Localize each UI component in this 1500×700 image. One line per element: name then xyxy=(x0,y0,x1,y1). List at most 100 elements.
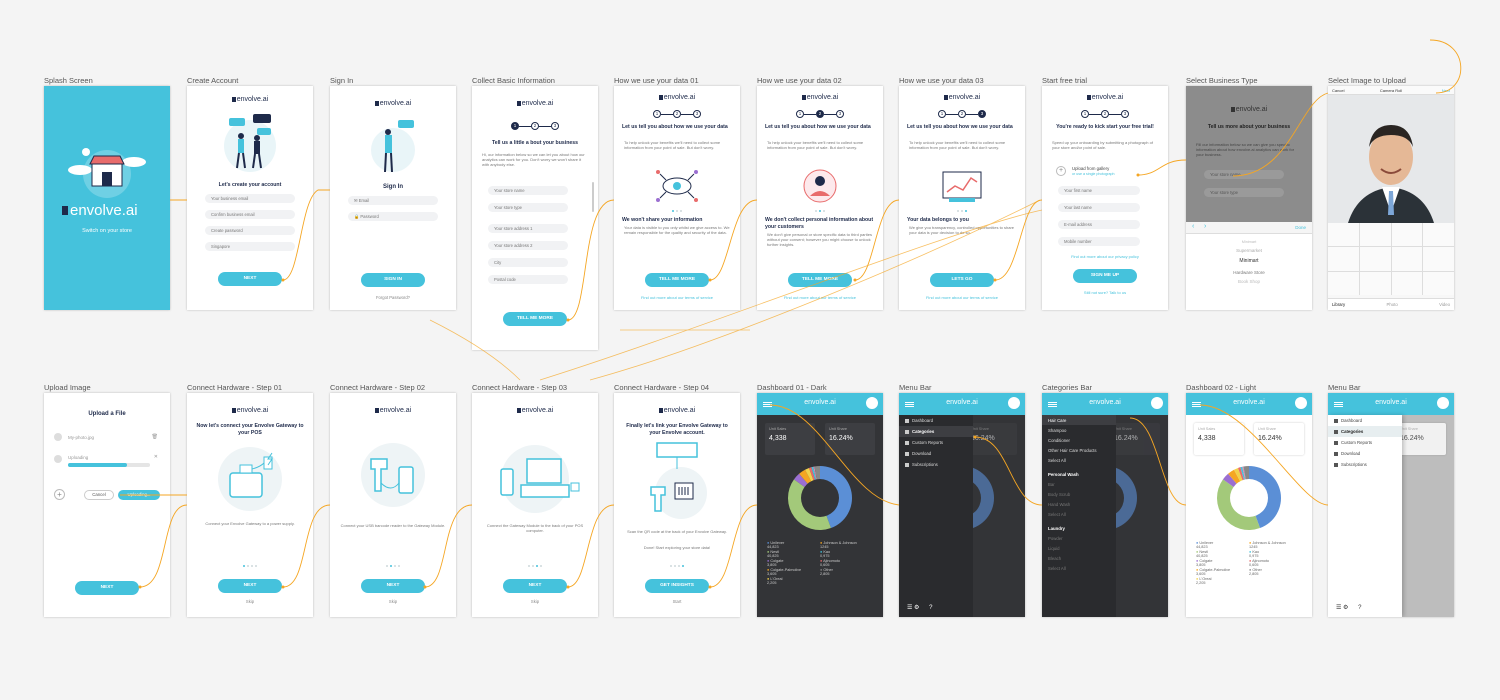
menu-item-dashboard[interactable]: Dashboard xyxy=(899,415,973,426)
menu-item-reports[interactable]: Custom Reports xyxy=(1328,437,1402,448)
category-item[interactable]: Shampoo xyxy=(1042,425,1116,435)
confirm-email-field[interactable]: Confirm business email xyxy=(205,210,295,219)
menu-item-categories[interactable]: Categories xyxy=(1328,426,1402,437)
country-select[interactable]: Singapore xyxy=(205,242,295,251)
next-button[interactable]: NEXT xyxy=(503,579,567,593)
picker-option[interactable]: Minimart xyxy=(1186,240,1312,244)
tell-me-more-button[interactable]: TELL ME MORE xyxy=(503,312,567,326)
next-button[interactable]: NEXT xyxy=(218,272,282,286)
category-item[interactable]: Other Hair Care Products xyxy=(1042,445,1116,455)
category-item[interactable]: Powder xyxy=(1042,533,1116,543)
menu-item-subscriptions[interactable]: Subscriptions xyxy=(1328,459,1402,470)
camera-roll-title[interactable]: Camera Roll xyxy=(1328,88,1454,93)
skip-link[interactable]: Skip xyxy=(472,599,598,604)
menu-item-download[interactable]: Download xyxy=(1328,448,1402,459)
skip-link[interactable]: Skip xyxy=(187,599,313,604)
next-button[interactable]: NEXT xyxy=(361,579,425,593)
menu-item-reports[interactable]: Custom Reports xyxy=(899,437,973,448)
chevron-left-icon[interactable]: ‹ xyxy=(1192,223,1194,230)
tell-me-more-button[interactable]: TELL ME MORE xyxy=(645,273,709,287)
tell-me-more-button[interactable]: TELL ME MORE xyxy=(788,273,852,287)
sign-in-button[interactable]: SIGN IN xyxy=(361,273,425,287)
avatar[interactable] xyxy=(1437,397,1449,409)
lets-go-button[interactable]: LETS GO xyxy=(930,273,994,287)
how-subbody: We give you transparency, controlled opp… xyxy=(909,225,1015,235)
tab-library[interactable]: Library xyxy=(1332,302,1345,307)
category-item[interactable]: Body Scrub xyxy=(1042,489,1116,499)
last-name-field[interactable]: Your last name xyxy=(1058,203,1140,212)
email-field[interactable]: E-mail address xyxy=(1058,220,1140,229)
store-name-field[interactable]: Your store name xyxy=(1204,170,1284,179)
category-heading[interactable]: Hair Care xyxy=(1042,415,1116,425)
chevron-right-icon[interactable]: › xyxy=(1204,223,1206,230)
footer-icons[interactable]: ☰ ⚙ ? xyxy=(907,604,932,611)
legend-value: 1245 xyxy=(1249,545,1258,549)
category-item[interactable]: Select All xyxy=(1042,455,1116,465)
avatar[interactable] xyxy=(1151,397,1163,409)
next-button[interactable]: Next xyxy=(1442,88,1450,93)
splash-screen[interactable]: envolve.ai Switch on your store xyxy=(44,86,170,310)
next-button[interactable]: NEXT xyxy=(218,579,282,593)
upload-plus-icon[interactable]: + xyxy=(1056,166,1066,176)
category-item[interactable]: Bar xyxy=(1042,479,1116,489)
upload-gallery-link[interactable]: Upload from gallery xyxy=(1072,166,1109,171)
done-button[interactable]: Done xyxy=(1295,225,1306,230)
category-item[interactable]: Hand Wash xyxy=(1042,499,1116,509)
artboard-label: Splash Screen xyxy=(44,76,93,85)
donut-chart[interactable] xyxy=(785,463,855,533)
talk-link[interactable]: Still not sure? Talk to us xyxy=(1042,290,1168,295)
terms-link[interactable]: Find out more about our terms of service xyxy=(899,295,1025,300)
menu-item-dashboard[interactable]: Dashboard xyxy=(1328,415,1402,426)
privacy-link[interactable]: Find out more about our privacy policy xyxy=(1042,254,1168,259)
get-insights-button[interactable]: GET INSIGHTS xyxy=(645,579,709,593)
avatar[interactable] xyxy=(866,397,878,409)
avatar[interactable] xyxy=(1008,397,1020,409)
scrollbar[interactable] xyxy=(592,182,594,212)
avatar[interactable] xyxy=(1295,397,1307,409)
email-field[interactable]: Your business email xyxy=(205,194,295,203)
store-type-select[interactable]: Your store type xyxy=(1204,188,1284,197)
picker-option[interactable]: Supermarket xyxy=(1186,248,1312,253)
terms-link[interactable]: Find out more about our terms of service xyxy=(757,295,883,300)
menu-item-download[interactable]: Download xyxy=(899,448,973,459)
menu-item-categories[interactable]: Categories xyxy=(899,426,973,437)
store-name-field[interactable]: Your store name xyxy=(488,186,568,195)
address-2-field[interactable]: Your store address 2 xyxy=(488,241,568,250)
add-file-icon[interactable]: + xyxy=(54,489,65,500)
store-type-select[interactable]: Your store type xyxy=(488,203,568,212)
photo-grid[interactable] xyxy=(1328,223,1454,295)
close-icon[interactable]: ✕ xyxy=(154,454,158,460)
password-field[interactable]: 🔒 Password xyxy=(348,212,438,221)
postal-code-field[interactable]: Postal code xyxy=(488,275,568,284)
category-item[interactable]: Liquid xyxy=(1042,543,1116,553)
email-field[interactable]: ✉ Email xyxy=(348,196,438,205)
category-heading[interactable]: Laundry xyxy=(1042,523,1116,533)
start-link[interactable]: Start xyxy=(614,599,740,604)
category-item[interactable]: Conditioner xyxy=(1042,435,1116,445)
tab-video[interactable]: Video xyxy=(1439,302,1450,307)
menu-item-subscriptions[interactable]: Subscriptions xyxy=(899,459,973,470)
next-button[interactable]: NEXT xyxy=(75,581,139,595)
skip-link[interactable]: Skip xyxy=(330,599,456,604)
address-1-field[interactable]: Your store address 1 xyxy=(488,224,568,233)
cancel-button[interactable]: Cancel xyxy=(84,490,114,500)
category-item[interactable]: Select All xyxy=(1042,509,1116,519)
sign-me-up-button[interactable]: SIGN ME UP xyxy=(1073,269,1137,283)
trash-icon[interactable]: 🗑 xyxy=(152,434,158,440)
mobile-field[interactable]: Mobile number xyxy=(1058,237,1140,246)
picker-option-selected[interactable]: Minimart xyxy=(1186,258,1312,264)
category-item[interactable]: Select All xyxy=(1042,563,1116,573)
footer-icons[interactable]: ☰ ⚙ ? xyxy=(1336,604,1361,611)
first-name-field[interactable]: Your first name xyxy=(1058,186,1140,195)
picker-option[interactable]: Book Shop xyxy=(1186,279,1312,284)
donut-chart[interactable] xyxy=(1214,463,1284,533)
picker-option[interactable]: Hardware Store xyxy=(1186,270,1312,275)
category-heading[interactable]: Personal Wash xyxy=(1042,469,1116,479)
tab-photo[interactable]: Photo xyxy=(1386,302,1397,307)
uploading-button[interactable]: Uploading... xyxy=(118,490,160,500)
password-field[interactable]: Create password xyxy=(205,226,295,235)
category-item[interactable]: Bleach xyxy=(1042,553,1116,563)
city-field[interactable]: City xyxy=(488,258,568,267)
forgot-password-link[interactable]: Forgot Password? xyxy=(330,295,456,300)
terms-link[interactable]: Find out more about our terms of service xyxy=(614,295,740,300)
